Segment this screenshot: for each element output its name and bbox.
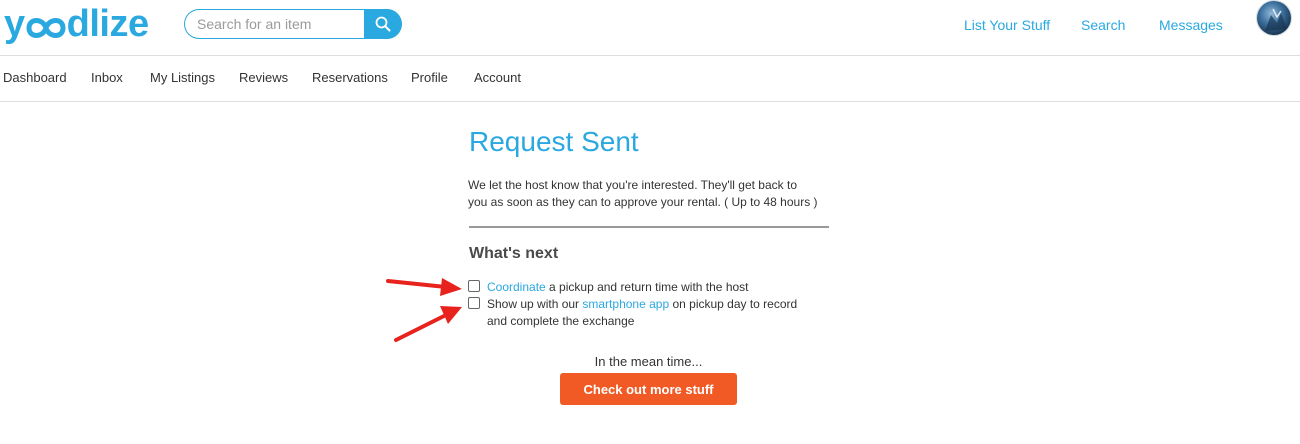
intro-text: We let the host know that you're interes… <box>468 177 838 211</box>
divider <box>469 226 829 228</box>
nav-account[interactable]: Account <box>474 70 521 85</box>
search-button[interactable] <box>364 9 402 39</box>
red-arrow-icon <box>386 278 462 296</box>
search-link[interactable]: Search <box>1081 17 1125 33</box>
intro-line-1: We let the host know that you're interes… <box>468 178 797 192</box>
nav-reviews[interactable]: Reviews <box>239 70 288 85</box>
meantime-text: In the mean time... <box>594 354 703 369</box>
avatar[interactable] <box>1256 0 1292 36</box>
step-show-up-checkbox[interactable] <box>468 297 480 309</box>
step-coordinate-text: Coordinate a pickup and return time with… <box>487 279 749 296</box>
step-coordinate: Coordinate a pickup and return time with… <box>468 279 749 296</box>
search-bar <box>184 9 402 39</box>
whats-next-heading: What's next <box>469 245 559 262</box>
red-arrow-icon <box>394 306 462 342</box>
coordinate-link[interactable]: Coordinate <box>487 280 546 294</box>
nav-reservations[interactable]: Reservations <box>312 70 388 85</box>
top-header: y dlize List Your Stuff Search Messages <box>0 0 1300 56</box>
check-out-more-stuff-button[interactable]: Check out more stuff <box>560 373 737 405</box>
nav-inbox[interactable]: Inbox <box>91 70 123 85</box>
page-title: Request Sent <box>469 126 639 157</box>
messages-link[interactable]: Messages <box>1159 17 1223 33</box>
page: y dlize List Your Stuff Search Messages <box>0 0 1300 444</box>
infinity-logo-icon <box>26 18 66 38</box>
step-show-up-text: Show up with our smartphone app on picku… <box>487 296 797 330</box>
sub-navigation: Dashboard Inbox My Listings Reviews Rese… <box>0 56 1300 102</box>
step-show-up-line-2: and complete the exchange <box>487 314 635 328</box>
step-show-up-prefix: Show up with our <box>487 297 583 311</box>
step-coordinate-label: a pickup and return time with the host <box>545 280 749 294</box>
search-icon <box>375 16 391 32</box>
smartphone-app-link[interactable]: smartphone app <box>582 297 669 311</box>
step-show-up: Show up with our smartphone app on picku… <box>468 296 797 330</box>
nav-my-listings[interactable]: My Listings <box>150 70 215 85</box>
nav-profile[interactable]: Profile <box>411 70 448 85</box>
search-input[interactable] <box>184 9 364 39</box>
nav-dashboard[interactable]: Dashboard <box>3 70 67 85</box>
intro-line-2: you as soon as they can to approve your … <box>468 195 818 209</box>
list-your-stuff-link[interactable]: List Your Stuff <box>964 17 1050 33</box>
step-show-up-suffix: on pickup day to record <box>669 297 798 311</box>
avatar-image-icon <box>1257 1 1291 35</box>
logo-text-start: y <box>4 3 25 45</box>
step-coordinate-checkbox[interactable] <box>468 280 480 292</box>
logo[interactable]: y dlize <box>4 4 149 44</box>
logo-text-end: dlize <box>66 3 149 45</box>
